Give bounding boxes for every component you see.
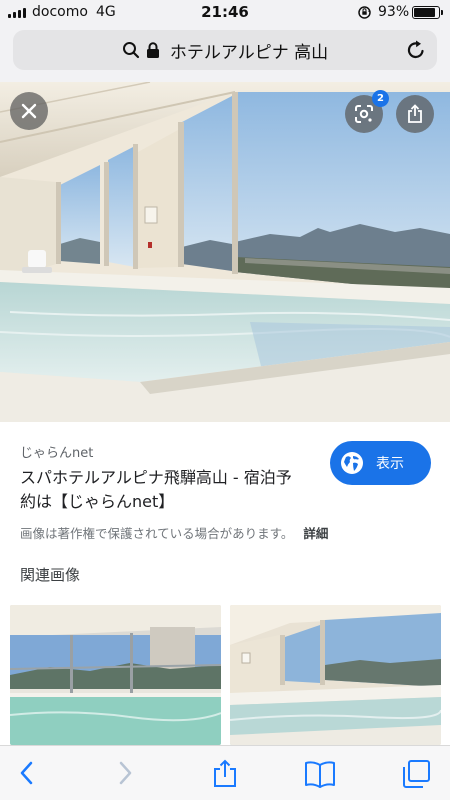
lock-icon [146,41,159,58]
status-bar: docomo 4G 21:46 93% [0,0,450,26]
source-site[interactable]: じゃらんnet [20,442,93,461]
google-lens-icon [355,105,373,123]
reload-icon[interactable] [405,39,427,61]
copyright-text: 画像は著作権で保護されている場合があります。 [20,526,294,541]
battery-percent: 93% [378,4,410,20]
related-photo-1 [10,605,221,745]
share-image-button[interactable] [396,95,434,133]
result-title-line-2: 約は【じゃらんnet】 [20,492,175,511]
preview-image[interactable]: 2 [0,82,450,422]
globe-icon [341,452,363,474]
close-icon [21,103,37,119]
onsen-photo [0,82,450,422]
address-bar[interactable]: ホテルアルピナ 高山 [13,30,437,70]
related-image-thumbnail[interactable] [10,605,221,745]
result-title[interactable]: スパホテルアルピナ飛騨高山 - 宿泊予 約は【じゃらんnet】 [20,466,316,514]
browser-address-area: ホテルアルピナ 高山 [0,26,450,82]
tabs-icon[interactable] [400,759,432,789]
battery-level-fill [414,8,436,17]
close-button[interactable] [10,92,48,130]
search-icon [122,42,139,59]
open-page-button[interactable]: 表示 [330,441,431,485]
related-photo-2 [230,605,441,745]
orientation-lock-icon [358,6,371,19]
share-icon[interactable] [212,759,238,789]
back-icon[interactable] [16,759,38,787]
address-text: ホテルアルピナ 高山 [169,42,329,63]
browser-toolbar [0,745,450,800]
share-icon [408,104,422,123]
address-bar-content: ホテルアルピナ 高山 [13,30,437,70]
copyright-notice: 画像は著作権で保護されている場合があります。 詳細 [20,523,328,542]
related-images-heading: 関連画像 [20,566,81,584]
open-button-label: 表示 [376,456,404,472]
details-link[interactable]: 詳細 [303,526,328,541]
result-title-line-1: スパホテルアルピナ飛騨高山 - 宿泊予 [20,468,292,487]
related-image-thumbnail[interactable] [230,605,441,745]
forward-icon[interactable] [114,759,136,787]
lens-count-badge: 2 [372,90,389,107]
battery-icon [412,6,443,19]
bookmarks-icon[interactable] [303,759,337,789]
